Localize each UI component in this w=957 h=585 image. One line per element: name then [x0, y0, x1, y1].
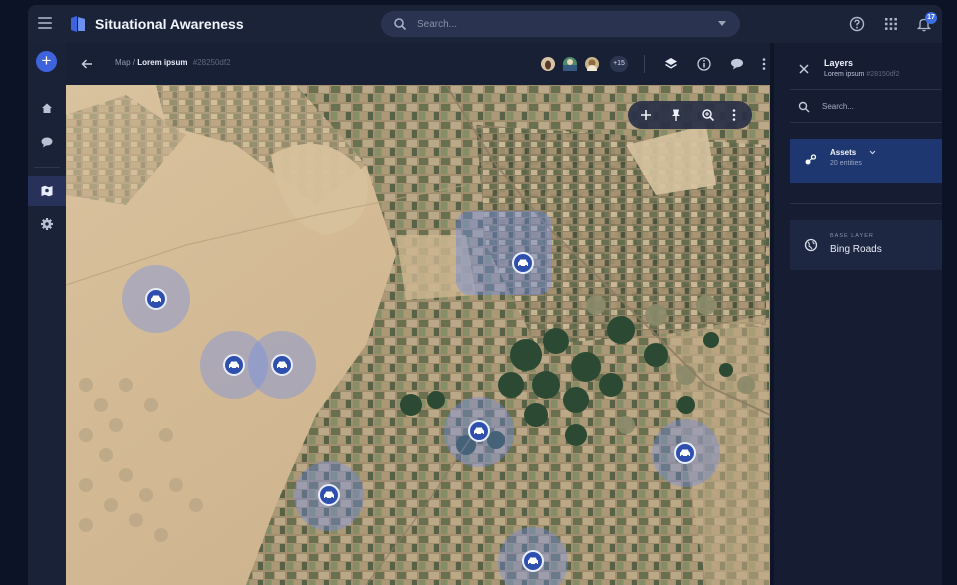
chevron-down-icon[interactable] [718, 21, 726, 26]
global-search[interactable] [381, 11, 740, 37]
panel-divider-line [790, 203, 942, 204]
user-photo-icon [545, 60, 551, 70]
rail-item-chat[interactable] [28, 127, 66, 157]
asset-marker[interactable] [522, 550, 544, 572]
logo-icon [71, 16, 85, 32]
back-arrow-icon[interactable] [80, 57, 94, 71]
avatar[interactable] [584, 56, 600, 75]
app-window: Situational Awareness 17 [28, 5, 942, 585]
asset-marker[interactable] [271, 354, 293, 376]
panel-title: Layers [824, 58, 854, 68]
panel-divider-line [790, 122, 942, 123]
create-button[interactable]: + [36, 51, 57, 72]
home-icon [42, 103, 52, 113]
rail-item-settings[interactable] [28, 209, 66, 239]
layer-card-base-layer[interactable]: BASE LAYER Bing Roads [790, 220, 942, 270]
avatar[interactable] [562, 56, 578, 72]
map-header-bar: Map / Lorem ipsum #28250df2 +15 [66, 43, 770, 85]
car-icon [277, 361, 287, 370]
chat-icon [41, 137, 53, 148]
map-toolbar [628, 101, 752, 129]
assets-title: Assets [830, 148, 857, 157]
map-icon [41, 185, 53, 197]
help-icon[interactable] [848, 15, 866, 33]
satellite-imagery [66, 85, 770, 585]
info-icon[interactable] [696, 56, 712, 72]
asset-marker[interactable] [512, 252, 534, 274]
car-icon [474, 427, 484, 436]
user-photo-icon [587, 59, 597, 75]
rail-item-map[interactable] [28, 176, 66, 206]
breadcrumb-parent[interactable]: Map / [115, 58, 135, 67]
user-photo-icon [563, 59, 577, 71]
breadcrumb-hash: #28250df2 [192, 58, 231, 67]
apps-grid-icon[interactable] [882, 15, 900, 33]
asset-marker[interactable] [318, 484, 340, 506]
panel-divider-line [790, 89, 942, 90]
header-divider [644, 55, 645, 73]
breadcrumb: Map / Lorem ipsum #28250df2 [115, 58, 231, 67]
pin-icon[interactable] [668, 107, 684, 123]
search-icon [394, 18, 407, 31]
global-search-input[interactable] [417, 15, 697, 33]
asset-marker[interactable] [674, 442, 696, 464]
search-icon [798, 101, 810, 113]
asset-coverage-area [456, 211, 552, 295]
car-icon [518, 259, 528, 268]
asset-marker[interactable] [223, 354, 245, 376]
close-icon[interactable] [798, 63, 810, 75]
car-icon [680, 449, 690, 458]
comment-icon[interactable] [729, 56, 745, 72]
gear-icon [41, 218, 53, 230]
top-app-bar: Situational Awareness 17 [28, 5, 942, 43]
layer-card-assets[interactable]: Assets 20 entities [790, 139, 942, 183]
base-layer-value: Bing Roads [830, 244, 882, 255]
layers-icon[interactable] [663, 56, 679, 72]
notification-badge: 17 [925, 12, 937, 24]
globe-icon [804, 238, 818, 252]
more-vertical-icon[interactable] [760, 56, 768, 72]
asset-marker[interactable] [468, 420, 490, 442]
layers-search-input[interactable] [822, 98, 932, 114]
assets-nodes-icon [805, 154, 817, 165]
rail-item-home[interactable] [28, 93, 66, 123]
rail-divider [34, 167, 60, 168]
car-icon [151, 295, 161, 304]
app-title: Situational Awareness [95, 16, 244, 32]
car-icon [229, 361, 239, 370]
left-navigation-rail: + [28, 43, 66, 585]
panel-subtitle-hash: #28150df2 [866, 71, 900, 78]
breadcrumb-current: Lorem ipsum [137, 58, 188, 67]
base-layer-label: BASE LAYER [830, 233, 874, 239]
panel-subtitle-text: Lorem ipsum [824, 71, 865, 78]
avatars-overflow-count[interactable]: +15 [610, 56, 628, 72]
car-icon [528, 557, 538, 566]
chevron-down-icon[interactable] [869, 150, 876, 155]
assets-count: 20 entities [830, 160, 862, 167]
asset-marker[interactable] [145, 288, 167, 310]
more-vertical-icon[interactable] [730, 107, 738, 123]
panel-subtitle: Lorem ipsum #28150df2 [824, 71, 900, 78]
plus-icon[interactable] [638, 107, 654, 123]
car-icon [324, 491, 334, 500]
avatar[interactable] [540, 56, 556, 72]
layers-panel: Layers Lorem ipsum #28150df2 Assets 20 e… [774, 43, 942, 585]
zoom-icon[interactable] [700, 107, 716, 123]
hamburger-menu-icon[interactable] [38, 17, 52, 29]
satellite-map[interactable] [66, 85, 770, 585]
